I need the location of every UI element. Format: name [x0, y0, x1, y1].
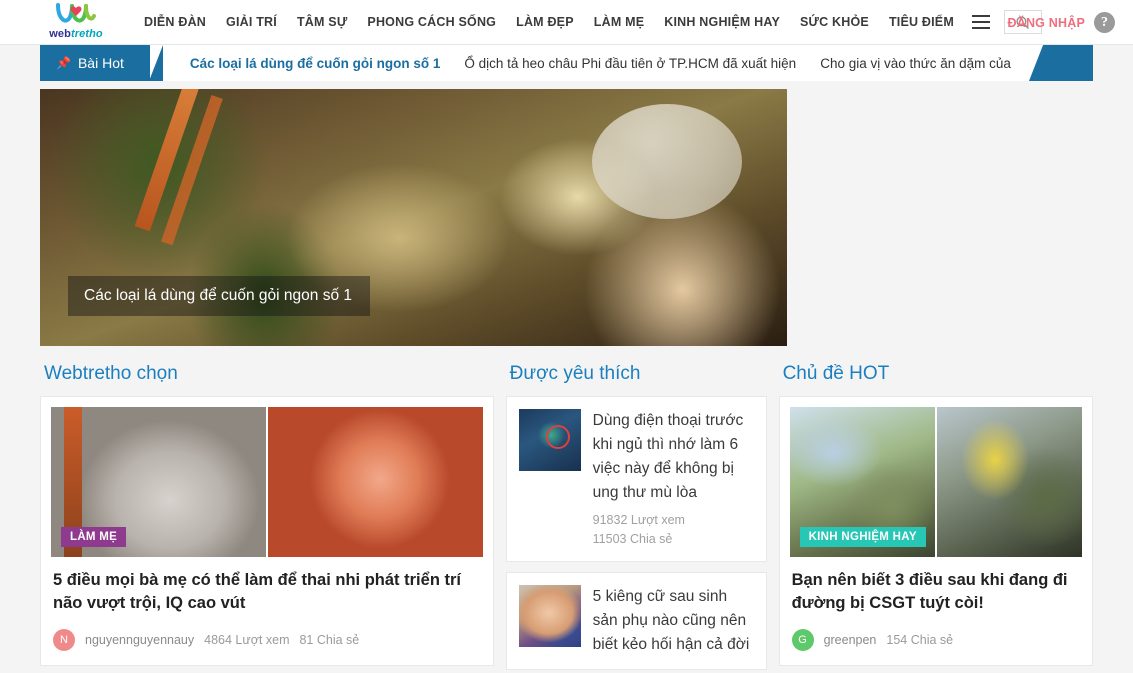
- article-card-left[interactable]: LÀM MẸ 5 điều mọi bà mẹ có thể làm để th…: [40, 396, 494, 666]
- article-meta-left: N nguyennguyennauy 4864 Lượt xem 81 Chia…: [53, 628, 481, 651]
- view-count: 4864 Lượt xem: [204, 632, 290, 647]
- header-right-actions: ĐĂNG NHẬP ?: [1008, 0, 1115, 45]
- hot-news-tab-label: Bài Hot: [77, 55, 124, 71]
- avatar[interactable]: G: [791, 628, 814, 651]
- nav-item-tieu-diem[interactable]: TIÊU ĐIỂM: [879, 15, 964, 29]
- nav-item-phong-cach-song[interactable]: PHONG CÁCH SỐNG: [357, 15, 506, 29]
- article-image-newborn-baby: [518, 584, 581, 647]
- share-count: 11503 Chia sẻ: [592, 531, 673, 546]
- list-item[interactable]: Dùng điện thoại trước khi ngủ thì nhớ là…: [505, 396, 767, 562]
- share-count: 81 Chia sẻ: [299, 632, 360, 647]
- login-link[interactable]: ĐĂNG NHẬP: [1008, 16, 1086, 30]
- author-name[interactable]: greenpen: [824, 633, 877, 647]
- column-title-right: Chủ đề HOT: [782, 363, 890, 384]
- article-title-left[interactable]: 5 điều mọi bà mẹ có thể làm để thai nhi …: [53, 569, 481, 616]
- article-title-right[interactable]: Bạn nên biết 3 điều sau khi đang đi đườn…: [792, 569, 1080, 616]
- article-image-pregnant-belly: LÀM MẸ: [51, 407, 266, 557]
- category-badge-lam-me[interactable]: LÀM MẸ: [61, 527, 127, 547]
- hero-section: Các loại lá dùng để cuốn gỏi ngon số 1: [0, 81, 1133, 346]
- help-icon[interactable]: ?: [1094, 12, 1115, 33]
- site-header: webtretho DIỄN ĐÀN GIẢI TRÍ TÂM SỰ PHONG…: [0, 0, 1133, 45]
- article-card-right-thumbnails: KINH NGHIỆM HAY: [789, 407, 1082, 557]
- column-duoc-yeu-thich: Được yêu thích Dùng điện thoại trước khi…: [505, 346, 779, 673]
- article-title-middle-1[interactable]: Dùng điện thoại trước khi ngủ thì nhớ là…: [593, 409, 754, 505]
- article-stats-middle-1: 91832 Lượt xem 11503 Chia sẻ: [593, 511, 754, 549]
- nav-item-suc-khoe[interactable]: SỨC KHỎE: [790, 15, 879, 29]
- list-item-body: Dùng điện thoại trước khi ngủ thì nhớ là…: [593, 409, 754, 549]
- hot-news-bar-wrapper: 📌 Bài Hot Các loại lá dùng để cuốn gỏi n…: [0, 45, 1133, 81]
- view-count: 91832 Lượt xem: [592, 513, 685, 528]
- article-image-fetus: [267, 407, 483, 557]
- nav-item-lam-me[interactable]: LÀM MẸ: [584, 15, 655, 29]
- article-image-motorbike-rider: KINH NGHIỆM HAY: [789, 407, 935, 557]
- hot-news-item-1[interactable]: Các loại lá dùng để cuốn gỏi ngon số 1: [178, 56, 453, 71]
- list-item-body: 5 kiêng cữ sau sinh sản phụ nào cũng nên…: [593, 585, 754, 657]
- author-name[interactable]: nguyennguyennauy: [85, 633, 194, 647]
- article-card-right[interactable]: KINH NGHIỆM HAY Bạn nên biết 3 điều sau …: [778, 396, 1093, 666]
- content-columns: Webtretho chọn LÀM MẸ 5 điều mọi bà mẹ c…: [0, 346, 1133, 673]
- article-image-traffic-police: [936, 407, 1082, 557]
- column-chu-de-hot: Chủ đề HOT KINH NGHIỆM HAY Bạn nên biết …: [778, 346, 1093, 673]
- hamburger-icon[interactable]: [971, 15, 990, 29]
- hot-news-tab[interactable]: 📌 Bài Hot: [40, 45, 163, 81]
- hot-news-item-2[interactable]: Ổ dịch tả heo châu Phi đầu tiên ở TP.HCM…: [452, 56, 808, 71]
- main-navigation: DIỄN ĐÀN GIẢI TRÍ TÂM SỰ PHONG CÁCH SỐNG…: [134, 15, 964, 29]
- nav-item-lam-dep[interactable]: LÀM ĐẸP: [506, 15, 584, 29]
- hero-featured-article[interactable]: Các loại lá dùng để cuốn gỏi ngon số 1: [40, 89, 787, 346]
- list-item[interactable]: 5 kiêng cữ sau sinh sản phụ nào cũng nên…: [505, 571, 767, 670]
- article-card-left-thumbnails: LÀM MẸ: [51, 407, 483, 557]
- nav-item-kinh-nghiem-hay[interactable]: KINH NGHIỆM HAY: [654, 15, 790, 29]
- category-badge-kinh-nghiem-hay[interactable]: KINH NGHIỆM HAY: [799, 527, 926, 547]
- article-meta-right: G greenpen 154 Chia sẻ: [791, 628, 1080, 651]
- hot-news-items: Các loại lá dùng để cuốn gỏi ngon số 1 Ổ…: [150, 45, 1093, 81]
- share-count: 154 Chia sẻ: [886, 632, 954, 647]
- avatar[interactable]: N: [53, 628, 75, 651]
- nav-item-tam-su[interactable]: TÂM SỰ: [287, 15, 357, 29]
- webtretho-logo-icon: [56, 3, 96, 23]
- column-title-middle: Được yêu thích: [509, 363, 641, 384]
- article-image-phone-at-night: [518, 409, 581, 471]
- pin-icon: 📌: [56, 56, 71, 70]
- nav-item-dien-dan[interactable]: DIỄN ĐÀN: [134, 15, 216, 29]
- nav-item-giai-tri[interactable]: GIẢI TRÍ: [216, 15, 287, 29]
- hot-news-bar: 📌 Bài Hot Các loại lá dùng để cuốn gỏi n…: [40, 45, 1093, 81]
- hero-caption: Các loại lá dùng để cuốn gỏi ngon số 1: [68, 276, 371, 316]
- site-logo[interactable]: webtretho: [40, 0, 112, 44]
- hot-news-item-3[interactable]: Cho gia vị vào thức ăn dặm của: [808, 56, 1023, 71]
- column-title-left: Webtretho chọn: [44, 363, 178, 384]
- logo-wordmark: webtretho: [49, 28, 103, 40]
- column-webtretho-chon: Webtretho chọn LÀM MẸ 5 điều mọi bà mẹ c…: [40, 346, 506, 673]
- article-title-middle-2[interactable]: 5 kiêng cữ sau sinh sản phụ nào cũng nên…: [593, 585, 754, 657]
